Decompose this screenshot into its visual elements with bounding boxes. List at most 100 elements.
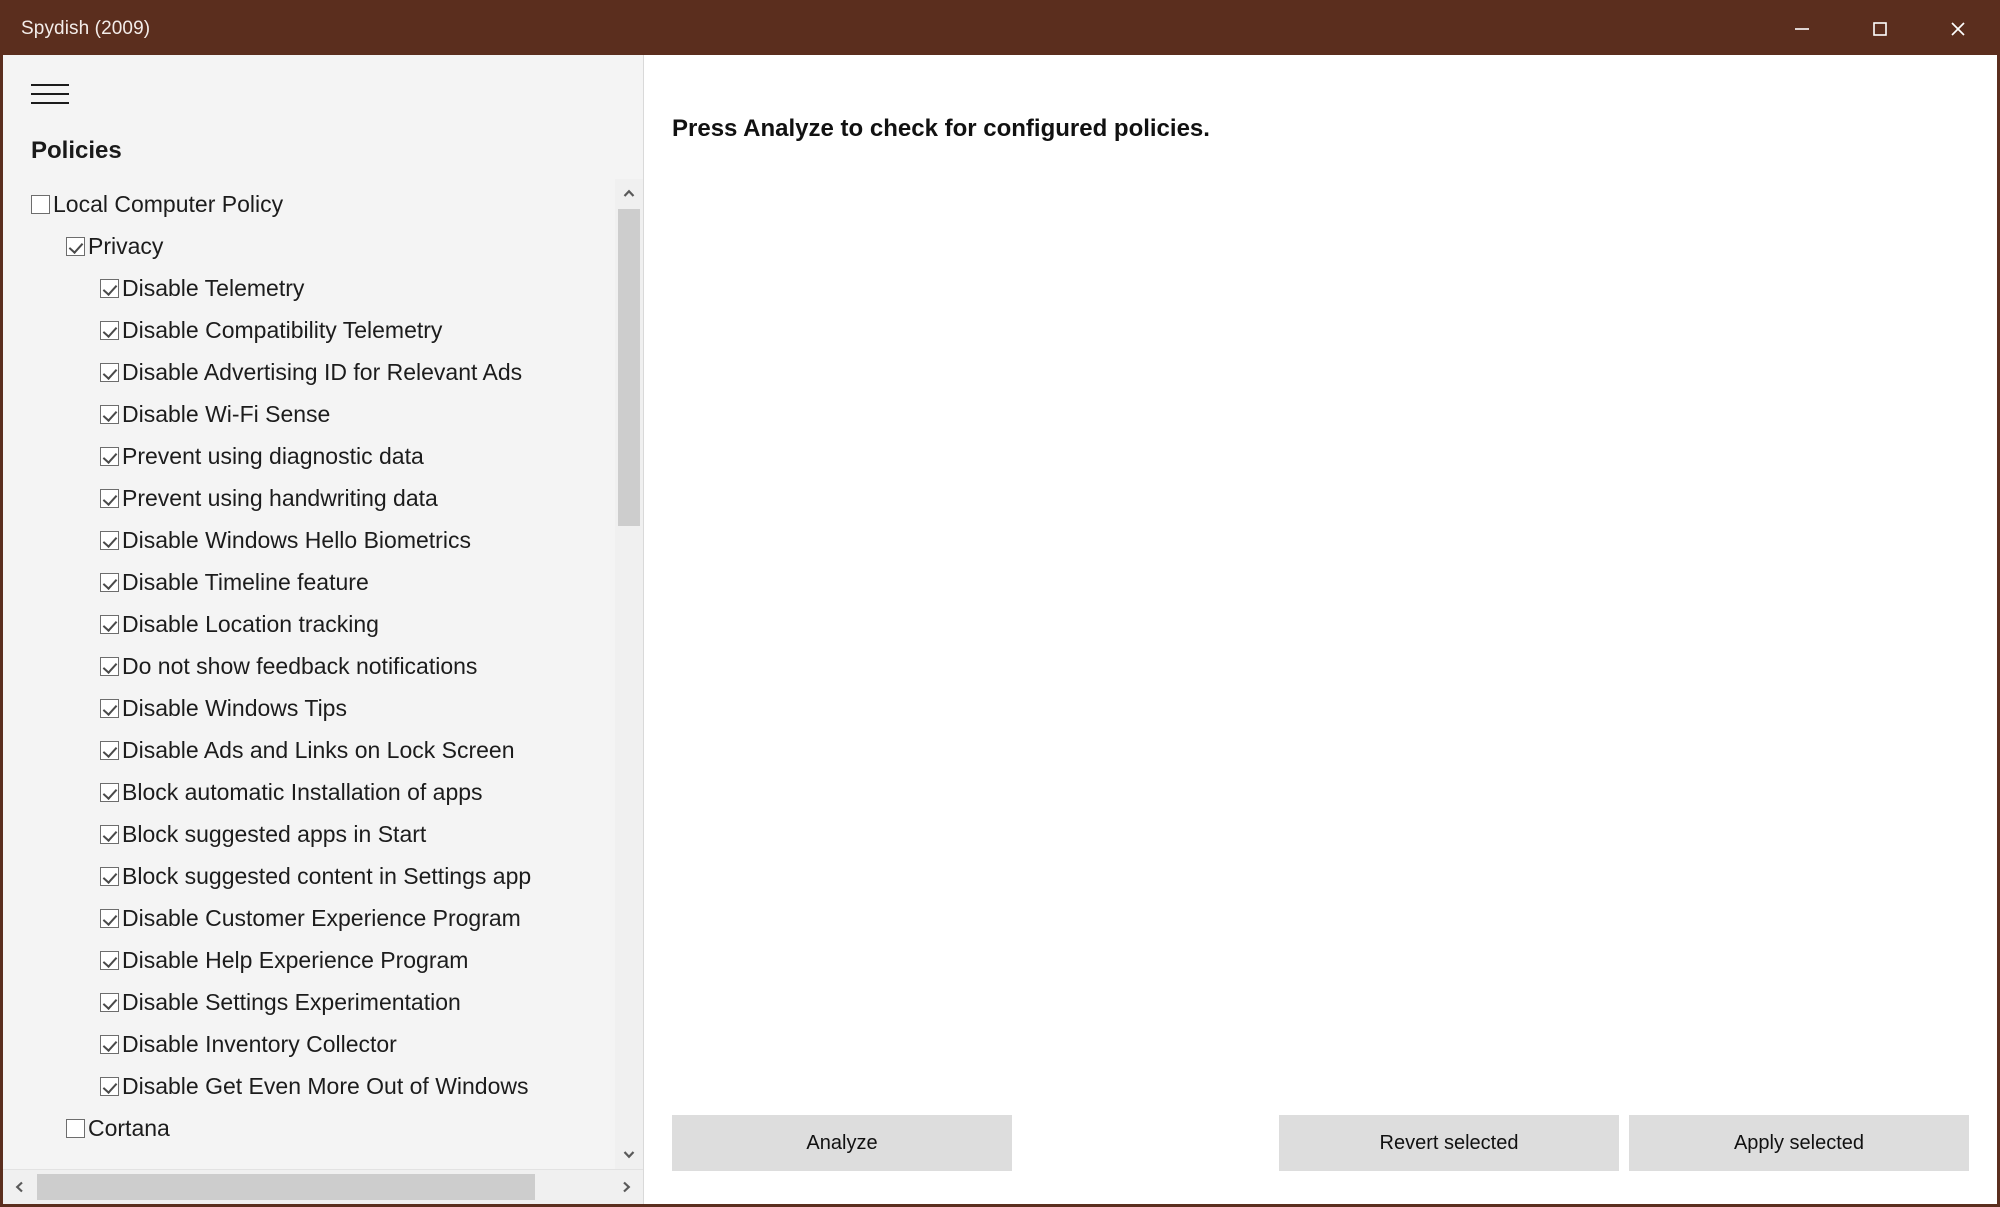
policy-tree-item-label: Disable Location tracking [122,610,379,637]
policies-sidebar: Policies Local Computer Policy Privacy Dis… [3,55,644,1204]
vertical-scroll-thumb[interactable] [618,209,640,526]
policy-tree-item[interactable]: Local Computer Policy [3,183,615,225]
policy-tree-item-label: Disable Compatibility Telemetry [122,316,443,343]
checkbox-checked[interactable] [100,824,119,844]
minimize-button[interactable] [1763,3,1841,55]
vertical-scrollbar[interactable] [615,179,643,1169]
hamburger-line [31,102,69,104]
action-button-bar: Analyze Revert selected Apply selected [644,1104,1997,1204]
chevron-right-icon [623,1181,631,1193]
policy-tree-item-label: Do not show feedback notifications [122,652,478,679]
policy-tree-item[interactable]: Disable Location tracking [3,603,615,645]
policy-tree-item[interactable]: Disable Advertising ID for Relevant Ads [3,351,615,393]
policy-tree-item[interactable]: Do not show feedback notifications [3,645,615,687]
checkbox-checked[interactable] [100,278,119,298]
horizontal-scrollbar[interactable] [3,1169,643,1204]
checkbox-unchecked[interactable] [66,1118,85,1138]
policy-tree-item[interactable]: Cortana [3,1107,615,1149]
policy-tree-item[interactable]: Prevent using handwriting data [3,477,615,519]
analyze-button[interactable]: Analyze [672,1115,1012,1171]
policy-tree-item[interactable]: Disable Ads and Links on Lock Screen [3,729,615,771]
checkbox-checked[interactable] [66,236,85,256]
policy-tree-item-label: Disable Timeline feature [122,568,369,595]
policy-tree-item-label: Prevent using diagnostic data [122,442,424,469]
checkbox-checked[interactable] [100,740,119,760]
policy-tree-item[interactable]: Disable Get Even More Out of Windows [3,1065,615,1107]
policy-tree-item[interactable]: Privacy [3,225,615,267]
policy-tree-item[interactable]: Disable Compatibility Telemetry [3,309,615,351]
hamburger-line [31,93,69,95]
main-panel: Press Analyze to check for configured po… [644,55,1997,1204]
policy-tree-item[interactable]: Disable Customer Experience Program [3,897,615,939]
policy-tree-item[interactable]: Prevent using diagnostic data [3,435,615,477]
checkbox-unchecked[interactable] [31,194,50,214]
policy-tree[interactable]: Local Computer Policy Privacy Disable Tele… [3,179,615,1169]
checkbox-checked[interactable] [100,614,119,634]
checkbox-checked[interactable] [100,404,119,424]
policy-tree-item[interactable]: Disable Help Experience Program [3,939,615,981]
checkbox-checked[interactable] [100,530,119,550]
window-controls [1763,3,1997,55]
policy-tree-item[interactable]: Block suggested content in Settings app [3,855,615,897]
policy-tree-item-label: Block suggested content in Settings app [122,862,532,889]
minimize-icon [1795,28,1809,30]
checkbox-checked[interactable] [100,1034,119,1054]
horizontal-scroll-thumb[interactable] [37,1174,535,1200]
checkbox-checked[interactable] [100,572,119,592]
policy-tree-item-label: Disable Settings Experimentation [122,988,461,1015]
hamburger-line [31,84,69,86]
policy-tree-item[interactable]: Block automatic Installation of apps [3,771,615,813]
close-button[interactable] [1919,3,1997,55]
status-message: Press Analyze to check for configured po… [672,115,1210,142]
policy-tree-item[interactable]: Block suggested apps in Start [3,813,615,855]
policy-tree-item-label: Disable Ads and Links on Lock Screen [122,736,515,763]
policy-tree-item-label: Disable Help Experience Program [122,946,469,973]
chevron-left-icon [15,1181,23,1193]
policy-tree-item[interactable]: Disable Settings Experimentation [3,981,615,1023]
vertical-scroll-track[interactable] [615,209,643,1139]
policy-tree-item-label: Disable Customer Experience Program [122,904,521,931]
chevron-down-icon [623,1151,635,1159]
checkbox-checked[interactable] [100,446,119,466]
checkbox-checked[interactable] [100,362,119,382]
policy-tree-item-label: Disable Advertising ID for Relevant Ads [122,358,523,385]
scroll-down-button[interactable] [615,1139,643,1169]
checkbox-checked[interactable] [100,698,119,718]
checkbox-checked[interactable] [100,866,119,886]
checkbox-checked[interactable] [100,992,119,1012]
policy-tree-item-label: Cortana [88,1114,170,1141]
policy-tree-item-label: Local Computer Policy [53,190,284,217]
policy-tree-item[interactable]: Disable Windows Tips [3,687,615,729]
policy-tree-item[interactable]: Disable Windows Hello Biometrics [3,519,615,561]
checkbox-checked[interactable] [100,1076,119,1096]
policy-tree-item-label: Disable Wi-Fi Sense [122,400,331,427]
policy-tree-item[interactable]: Disable Inventory Collector [3,1023,615,1065]
apply-selected-button[interactable]: Apply selected [1629,1115,1969,1171]
horizontal-scroll-track[interactable] [37,1170,609,1204]
checkbox-checked[interactable] [100,320,119,340]
checkbox-checked[interactable] [100,782,119,802]
title-bar: Spydish (2009) [3,3,1997,55]
hamburger-icon[interactable] [31,77,69,111]
scroll-up-button[interactable] [615,179,643,209]
policy-tree-item[interactable]: Disable Telemetry [3,267,615,309]
checkbox-checked[interactable] [100,950,119,970]
scroll-left-button[interactable] [3,1170,37,1204]
app-window: Spydish (2009) Policies Local Computer P… [0,0,2000,1207]
policy-tree-item[interactable]: Disable Timeline feature [3,561,615,603]
checkbox-checked[interactable] [100,656,119,676]
checkbox-checked[interactable] [100,908,119,928]
sidebar-heading: Policies [31,137,122,164]
chevron-up-icon [623,189,635,197]
policy-tree-item[interactable]: Disable Wi-Fi Sense [3,393,615,435]
checkbox-checked[interactable] [100,488,119,508]
revert-selected-button[interactable]: Revert selected [1279,1115,1619,1171]
window-title: Spydish (2009) [21,18,151,39]
results-area [644,143,1997,1104]
scroll-right-button[interactable] [609,1170,643,1204]
policy-tree-item-label: Prevent using handwriting data [122,484,438,511]
maximize-icon [1873,22,1887,36]
close-icon [1951,22,1965,36]
maximize-button[interactable] [1841,3,1919,55]
policy-tree-item-label: Disable Telemetry [122,274,305,301]
